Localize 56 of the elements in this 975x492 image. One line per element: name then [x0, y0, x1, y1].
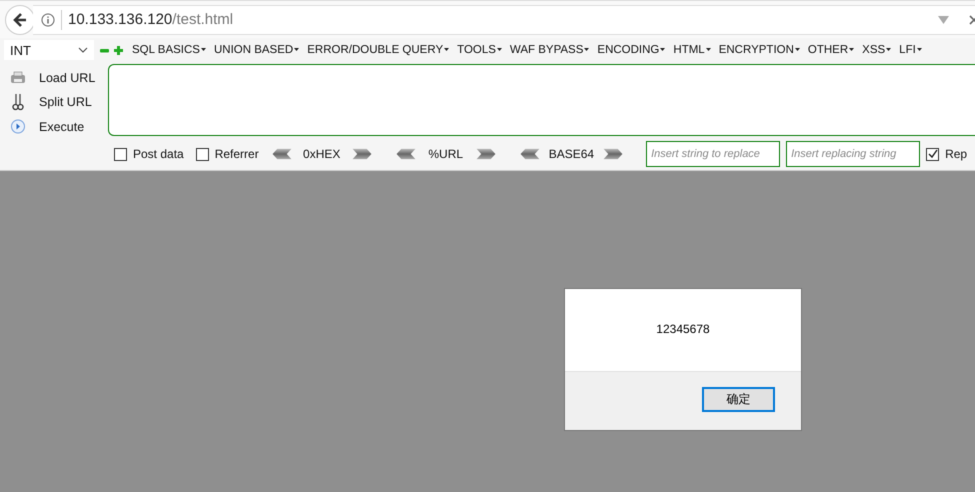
split-url-button[interactable]: Split URL	[39, 95, 92, 110]
right-chevron-button[interactable]	[350, 148, 373, 160]
menu-item[interactable]: XSS	[862, 44, 892, 56]
option-label: Rep	[945, 147, 968, 161]
menu-item[interactable]: ENCODING	[597, 44, 666, 56]
menu-item[interactable]: SQL BASICS	[132, 44, 206, 56]
option-label: Referrer	[214, 147, 259, 161]
right-chevron-button[interactable]	[474, 148, 497, 160]
checkmark-icon	[928, 149, 938, 159]
alert-message: 12345678	[656, 322, 710, 336]
caret-icon	[496, 48, 502, 52]
menu-item[interactable]: TOOLS	[457, 44, 502, 56]
replace-input-field[interactable]: Insert string to replace	[646, 141, 780, 167]
menu-item[interactable]: ERROR/DOUBLE QUERY	[307, 44, 450, 56]
menu-item[interactable]: HTML	[673, 44, 711, 56]
load-url-button[interactable]: Load URL	[39, 71, 96, 86]
caret-icon	[200, 48, 206, 52]
menu-item[interactable]: OTHER	[808, 44, 854, 56]
caret-icon	[660, 48, 666, 52]
back-arrow-icon	[12, 12, 28, 28]
caret-icon	[849, 48, 854, 52]
left-chevron-button[interactable]	[394, 148, 417, 160]
type-select[interactable]: INT	[4, 40, 94, 60]
menu-item[interactable]: ENCRYPTION	[718, 44, 800, 56]
menu-item[interactable]: UNION BASED	[214, 44, 300, 56]
encoding-label: BASE64	[548, 147, 594, 161]
left-chevron-button[interactable]	[518, 148, 541, 160]
caret-icon	[444, 48, 450, 52]
caret-icon	[916, 48, 922, 52]
plus-icon[interactable]	[114, 46, 123, 54]
right-chevron-button[interactable]	[602, 148, 624, 160]
back-button[interactable]	[5, 4, 35, 34]
chevron-down-icon	[78, 47, 88, 53]
url-path: /test.html	[172, 11, 234, 28]
menu-item[interactable]: WAF BYPASS	[510, 44, 590, 56]
caret-icon	[584, 48, 590, 52]
encoding-label: %URL	[427, 147, 464, 161]
play-icon	[9, 119, 27, 134]
caret-icon	[706, 48, 711, 52]
ok-button[interactable]: 确定	[702, 386, 775, 412]
option-label: Post data	[133, 147, 184, 161]
printer-icon	[9, 71, 27, 86]
info-icon[interactable]	[41, 12, 55, 26]
menu-item[interactable]: LFI	[899, 44, 922, 56]
left-chevron-button[interactable]	[270, 148, 293, 160]
url-host: 10.133.136.120	[68, 11, 172, 28]
replace-input-field[interactable]: Insert replacing string	[786, 141, 920, 167]
address-field[interactable]: 10.133.136.120/test.html	[33, 4, 975, 34]
checkbox[interactable]	[114, 148, 127, 160]
caret-icon	[794, 48, 800, 52]
checkbox[interactable]	[926, 148, 940, 160]
checkbox[interactable]	[196, 148, 209, 160]
execute-url-button[interactable]: Execute	[39, 120, 84, 134]
caret-icon	[886, 48, 892, 52]
encoding-label: 0xHEX	[302, 147, 342, 161]
caret-icon	[294, 48, 300, 52]
